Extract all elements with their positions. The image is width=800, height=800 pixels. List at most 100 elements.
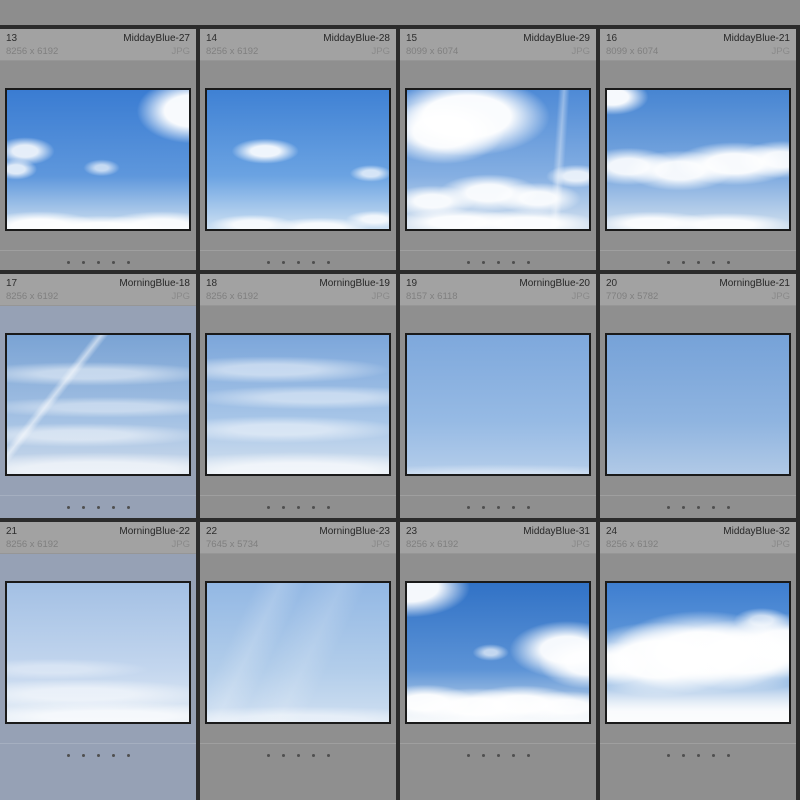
photo-thumbnail[interactable] — [405, 581, 591, 724]
photo-index: 23 — [406, 525, 417, 538]
rating-dot[interactable] — [667, 506, 670, 509]
rating-dots[interactable] — [400, 743, 596, 757]
photo-cell[interactable]: 18 MorningBlue-19 8256 x 6192 JPG — [200, 274, 400, 518]
photo-dimensions: 8256 x 6192 — [6, 290, 58, 303]
rating-dots[interactable] — [0, 250, 196, 264]
rating-dot[interactable] — [297, 754, 300, 757]
rating-dots[interactable] — [400, 250, 596, 264]
rating-dot[interactable] — [467, 754, 470, 757]
photo-thumbnail[interactable] — [405, 88, 591, 231]
rating-dot[interactable] — [327, 506, 330, 509]
rating-dot[interactable] — [697, 261, 700, 264]
rating-dot[interactable] — [67, 506, 70, 509]
rating-dot[interactable] — [697, 754, 700, 757]
rating-dot[interactable] — [267, 261, 270, 264]
rating-dot[interactable] — [512, 506, 515, 509]
photo-thumbnail[interactable] — [205, 88, 391, 231]
rating-dot[interactable] — [312, 506, 315, 509]
rating-dot[interactable] — [527, 754, 530, 757]
photo-cell[interactable]: 17 MorningBlue-18 8256 x 6192 JPG — [0, 274, 200, 518]
rating-dot[interactable] — [67, 261, 70, 264]
rating-dot[interactable] — [282, 261, 285, 264]
photo-thumbnail[interactable] — [205, 581, 391, 724]
rating-dot[interactable] — [667, 261, 670, 264]
rating-dot[interactable] — [497, 754, 500, 757]
rating-dot[interactable] — [312, 261, 315, 264]
rating-dots[interactable] — [200, 743, 396, 757]
rating-dot[interactable] — [267, 754, 270, 757]
rating-dot[interactable] — [82, 754, 85, 757]
rating-dot[interactable] — [67, 754, 70, 757]
rating-dot[interactable] — [97, 261, 100, 264]
rating-dot[interactable] — [527, 506, 530, 509]
rating-dot[interactable] — [667, 754, 670, 757]
photo-thumbnail[interactable] — [5, 333, 191, 476]
rating-dot[interactable] — [82, 506, 85, 509]
photo-cell[interactable]: 22 MorningBlue-23 7645 x 5734 JPG — [200, 522, 400, 800]
rating-dot[interactable] — [112, 754, 115, 757]
photo-cell[interactable]: 23 MiddayBlue-31 8256 x 6192 JPG — [400, 522, 600, 800]
rating-dot[interactable] — [512, 261, 515, 264]
rating-dot[interactable] — [482, 754, 485, 757]
photo-thumbnail[interactable] — [605, 88, 791, 231]
rating-dots[interactable] — [0, 743, 196, 757]
rating-dot[interactable] — [727, 506, 730, 509]
rating-dot[interactable] — [712, 261, 715, 264]
rating-dot[interactable] — [112, 506, 115, 509]
rating-dot[interactable] — [712, 506, 715, 509]
photo-cell[interactable]: 14 MiddayBlue-28 8256 x 6192 JPG — [200, 29, 400, 270]
rating-dots[interactable] — [200, 495, 396, 509]
rating-dot[interactable] — [512, 754, 515, 757]
rating-dot[interactable] — [727, 754, 730, 757]
rating-dot[interactable] — [297, 506, 300, 509]
photo-thumbnail[interactable] — [205, 333, 391, 476]
rating-dot[interactable] — [112, 261, 115, 264]
rating-dot[interactable] — [82, 261, 85, 264]
rating-dot[interactable] — [682, 506, 685, 509]
rating-dot[interactable] — [127, 754, 130, 757]
photo-cell[interactable]: 16 MiddayBlue-21 8099 x 6074 JPG — [600, 29, 800, 270]
rating-dots[interactable] — [600, 743, 796, 757]
photo-thumbnail[interactable] — [5, 88, 191, 231]
rating-dots[interactable] — [0, 495, 196, 509]
rating-dot[interactable] — [727, 261, 730, 264]
rating-dots[interactable] — [400, 495, 596, 509]
rating-dot[interactable] — [282, 506, 285, 509]
cell-body — [400, 306, 596, 518]
rating-dot[interactable] — [467, 506, 470, 509]
rating-dot[interactable] — [497, 261, 500, 264]
rating-dots[interactable] — [600, 495, 796, 509]
rating-dots[interactable] — [600, 250, 796, 264]
rating-dot[interactable] — [312, 754, 315, 757]
photo-thumbnail[interactable] — [605, 581, 791, 724]
rating-dot[interactable] — [327, 754, 330, 757]
photo-cell[interactable]: 19 MorningBlue-20 8157 x 6118 JPG — [400, 274, 600, 518]
rating-dot[interactable] — [697, 506, 700, 509]
rating-dot[interactable] — [267, 506, 270, 509]
rating-dot[interactable] — [682, 754, 685, 757]
grid-row: 21 MorningBlue-22 8256 x 6192 JPG 22 Mor… — [0, 522, 800, 800]
rating-dot[interactable] — [682, 261, 685, 264]
photo-thumbnail[interactable] — [405, 333, 591, 476]
photo-cell[interactable]: 15 MiddayBlue-29 8099 x 6074 JPG — [400, 29, 600, 270]
rating-dot[interactable] — [282, 754, 285, 757]
rating-dot[interactable] — [712, 754, 715, 757]
rating-dot[interactable] — [482, 261, 485, 264]
rating-dot[interactable] — [497, 506, 500, 509]
photo-cell[interactable]: 20 MorningBlue-21 7709 x 5782 JPG — [600, 274, 800, 518]
rating-dot[interactable] — [97, 506, 100, 509]
photo-cell[interactable]: 21 MorningBlue-22 8256 x 6192 JPG — [0, 522, 200, 800]
rating-dot[interactable] — [467, 261, 470, 264]
rating-dot[interactable] — [527, 261, 530, 264]
rating-dot[interactable] — [97, 754, 100, 757]
rating-dot[interactable] — [327, 261, 330, 264]
rating-dot[interactable] — [127, 506, 130, 509]
photo-thumbnail[interactable] — [5, 581, 191, 724]
rating-dots[interactable] — [200, 250, 396, 264]
rating-dot[interactable] — [127, 261, 130, 264]
photo-cell[interactable]: 24 MiddayBlue-32 8256 x 6192 JPG — [600, 522, 800, 800]
rating-dot[interactable] — [482, 506, 485, 509]
photo-cell[interactable]: 13 MiddayBlue-27 8256 x 6192 JPG — [0, 29, 200, 270]
rating-dot[interactable] — [297, 261, 300, 264]
photo-thumbnail[interactable] — [605, 333, 791, 476]
